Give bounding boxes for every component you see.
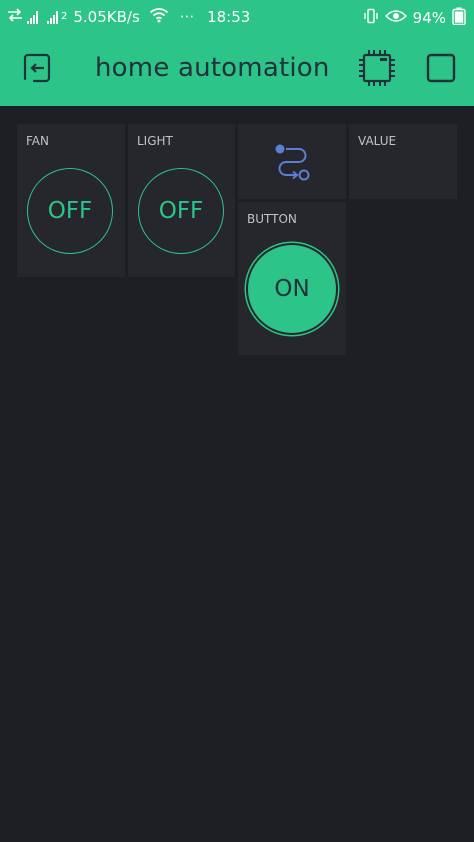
battery-icon xyxy=(452,7,466,29)
on-button[interactable]: ON xyxy=(248,245,336,333)
light-label: LIGHT xyxy=(137,134,173,148)
app-bar: home automation xyxy=(0,34,474,106)
wifi-icon xyxy=(149,7,169,27)
fan-state: OFF xyxy=(47,198,93,224)
data-transfer-icon xyxy=(6,7,24,27)
exit-icon xyxy=(20,52,54,88)
signal-strength-2-icon xyxy=(47,10,58,24)
fan-label: FAN xyxy=(26,134,49,148)
fan-widget: FAN OFF xyxy=(17,124,125,277)
network-speed: 5.05KB/s xyxy=(73,8,140,26)
clock: 18:53 xyxy=(207,8,251,26)
status-left: 2 5.05KB/s ··· 18:53 xyxy=(6,7,250,27)
signal-strength-icon xyxy=(27,10,38,24)
status-right: 94% xyxy=(363,7,466,29)
more-dots: ··· xyxy=(179,8,195,26)
button-label: BUTTON xyxy=(247,212,297,226)
light-switch-button[interactable]: OFF xyxy=(138,168,224,254)
square-button[interactable] xyxy=(424,53,458,87)
value-label: VALUE xyxy=(358,134,397,148)
page-title: home automation xyxy=(95,53,330,83)
battery-percent: 94% xyxy=(412,9,446,27)
eventor-icon xyxy=(273,141,313,187)
sim-label: 2 xyxy=(61,11,68,22)
light-widget: LIGHT OFF xyxy=(128,124,235,277)
light-state: OFF xyxy=(158,198,204,224)
chip-icon xyxy=(357,48,397,92)
value-widget: VALUE xyxy=(349,124,457,199)
square-icon xyxy=(426,53,456,87)
fan-switch-button[interactable]: OFF xyxy=(27,168,113,254)
exit-button[interactable] xyxy=(18,52,56,88)
screen: 2 5.05KB/s ··· 18:53 94% home automation… xyxy=(0,0,474,842)
eye-icon xyxy=(384,9,407,27)
button-state: ON xyxy=(274,276,310,302)
vibrate-icon xyxy=(363,8,379,28)
button-widget: BUTTON ON xyxy=(238,202,346,355)
device-button[interactable] xyxy=(356,49,398,91)
status-bar: 2 5.05KB/s ··· 18:53 94% xyxy=(0,0,474,34)
eventor-widget[interactable] xyxy=(238,124,346,199)
